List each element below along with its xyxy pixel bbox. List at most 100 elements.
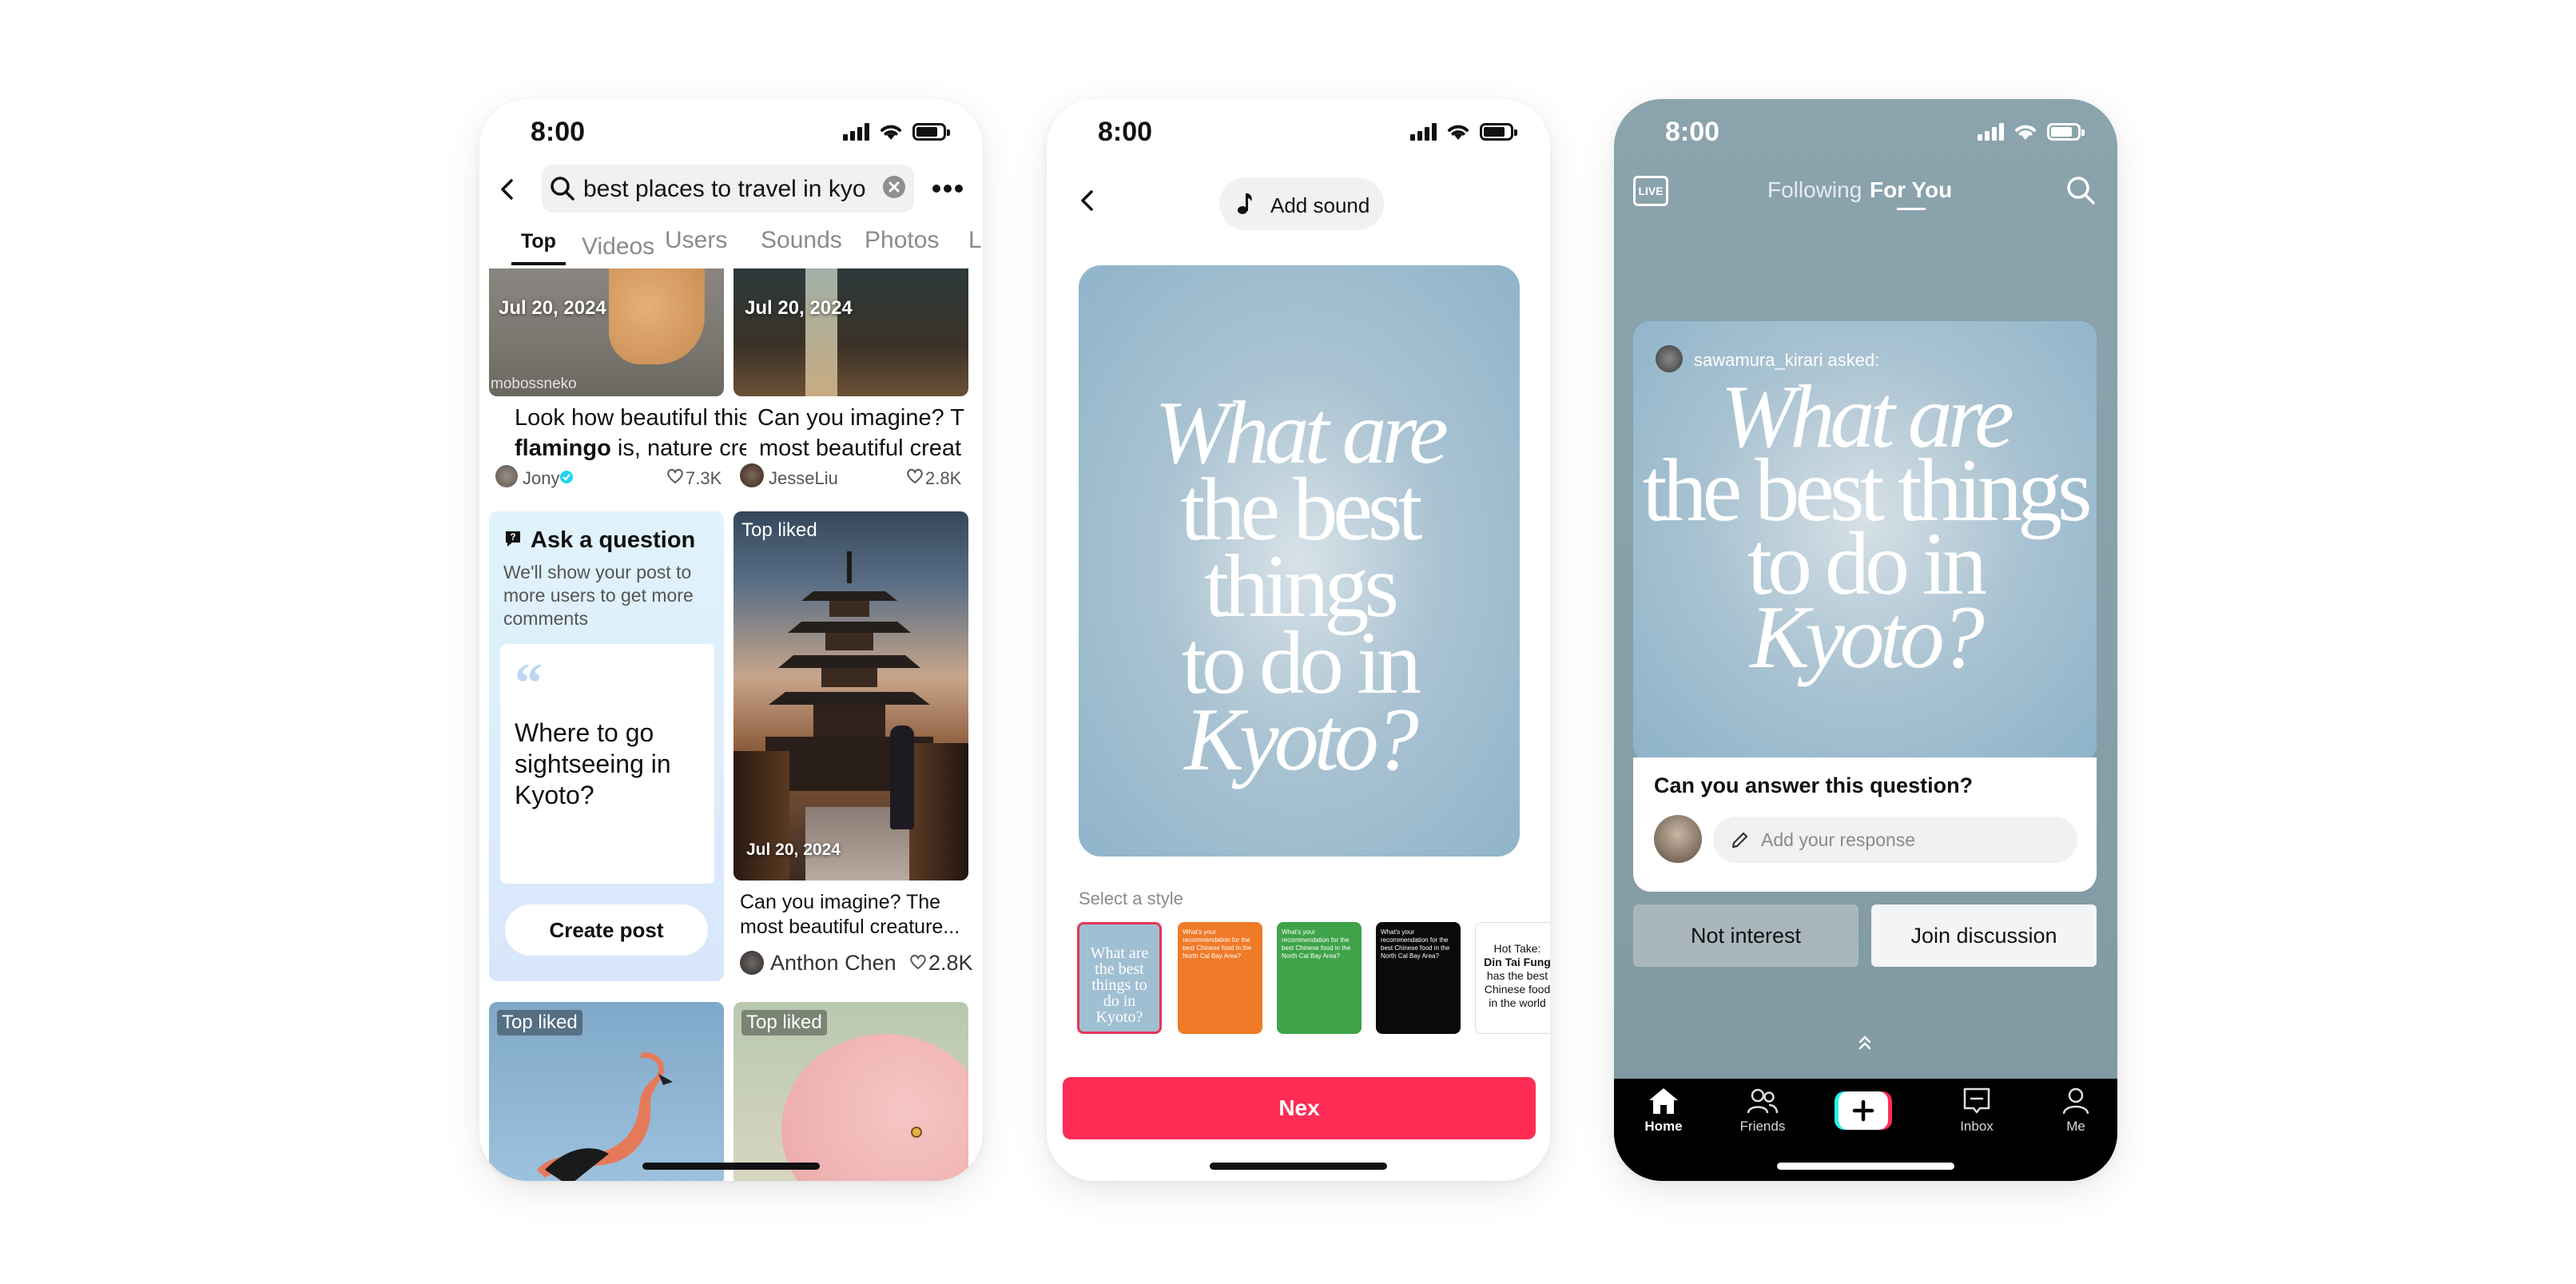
ask-title: Ask a question	[531, 527, 696, 553]
status-bar: 8:00	[1047, 99, 1550, 171]
style-line3: has the best Chinese food in the world	[1484, 969, 1550, 1009]
home-indicator	[1777, 1163, 1954, 1170]
card-title-line2[interactable]: flamingo is, nature cre...	[515, 433, 746, 464]
home-icon	[1649, 1088, 1678, 1114]
svg-text:?: ?	[510, 531, 515, 543]
avatar[interactable]	[740, 951, 764, 975]
for-you-feed-phone: 8:00 LIVE Following For You sawamura_kir…	[1614, 99, 2117, 1181]
tab-videos[interactable]: Videos	[582, 233, 654, 260]
author-name[interactable]: Anthon Chen	[770, 951, 896, 976]
tab-top[interactable]: Top	[521, 230, 556, 253]
nav-friends[interactable]: Friends	[1723, 1087, 1803, 1135]
create-question-phone: 8:00 Add sound What are the best things …	[1047, 99, 1550, 1181]
author-name[interactable]: JesseLiu	[769, 468, 838, 489]
clear-search-icon[interactable]	[882, 175, 906, 199]
live-icon[interactable]: LIVE	[1633, 176, 1668, 206]
avatar	[1654, 815, 1702, 863]
card-title[interactable]: Look how beautiful this	[515, 403, 746, 434]
avatar[interactable]	[740, 463, 764, 487]
wifi-icon	[2015, 125, 2036, 140]
style-option-green[interactable]: What's your recommendation for the best …	[1277, 922, 1362, 1034]
wifi-icon	[881, 125, 901, 140]
search-input[interactable]: best places to travel in kyo	[542, 165, 914, 213]
status-time: 8:00	[1098, 117, 1153, 147]
title-rest: is, nature cre...	[617, 435, 746, 461]
plus-icon	[1852, 1099, 1874, 1122]
tab-users[interactable]: Users	[665, 227, 727, 254]
cat-shape	[609, 268, 705, 364]
tab-for-you[interactable]: For You	[1870, 177, 1952, 203]
music-note-icon	[1238, 193, 1252, 214]
question-bubble-icon: ?	[506, 531, 520, 547]
author-name[interactable]: Jony	[523, 468, 559, 489]
top-liked-badge: Top liked	[497, 1010, 582, 1036]
wifi-icon	[1448, 125, 1469, 140]
signal-icon	[1410, 123, 1437, 141]
join-discussion-button[interactable]: Join discussion	[1871, 904, 2097, 967]
signal-icon	[843, 123, 869, 141]
search-results-phone: 8:00 best places to travel in kyo Top Vi…	[479, 99, 983, 1181]
question-preview: “ Where to go sightseeing in Kyoto?	[500, 644, 714, 884]
card-title[interactable]: Can you imagine? T	[757, 403, 970, 434]
select-style-label: Select a style	[1079, 888, 1183, 908]
create-post-button[interactable]: Create post	[505, 904, 708, 956]
tab-following[interactable]: Following	[1767, 177, 1862, 203]
nav-home[interactable]: Home	[1624, 1087, 1703, 1135]
flamingo-video-thumbnail[interactable]: Top liked	[489, 1002, 724, 1181]
alley-video-thumbnail[interactable]: Jul 20, 2024	[733, 268, 968, 396]
style-line1: Hot Take:	[1493, 942, 1541, 955]
card-title[interactable]: Can you imagine? The most beautiful crea…	[740, 890, 968, 940]
tab-photos[interactable]: Photos	[865, 227, 939, 254]
heart-icon	[667, 468, 683, 484]
style-option-black[interactable]: What's your recommendation for the best …	[1376, 922, 1461, 1034]
signal-icon	[1978, 123, 2004, 141]
search-tabs: Top Videos Users Sounds Photos L	[479, 219, 983, 268]
video-date: Jul 20, 2024	[745, 297, 853, 319]
add-sound-button[interactable]: Add sound	[1219, 177, 1384, 230]
tab-sounds[interactable]: Sounds	[761, 227, 842, 254]
add-sound-label: Add sound	[1270, 193, 1370, 217]
back-arrow-icon[interactable]	[495, 177, 519, 201]
nav-label: Friends	[1739, 1119, 1786, 1134]
search-icon[interactable]	[2065, 174, 2097, 206]
next-button[interactable]: Nex	[1063, 1077, 1536, 1139]
top-liked-badge: Top liked	[741, 1010, 827, 1036]
question-card-text: What are the best things to do in Kyoto?	[1079, 388, 1520, 785]
not-interested-button[interactable]: Not interest	[1633, 904, 1858, 967]
flamingo-head	[781, 1034, 968, 1181]
status-time: 8:00	[531, 117, 586, 147]
question-post-card[interactable]: sawamura_kirari asked: What are the best…	[1633, 321, 2097, 762]
nav-me[interactable]: Me	[2036, 1087, 2116, 1135]
response-input[interactable]: Add your response	[1713, 817, 2077, 863]
pagoda-video-thumbnail[interactable]: Top liked Jul 20, 2024	[733, 511, 968, 881]
nav-inbox[interactable]: Inbox	[1937, 1087, 2017, 1135]
back-arrow-icon[interactable]	[1075, 189, 1099, 213]
question-card-text: What are the best things to do in Kyoto?	[1633, 372, 2097, 682]
answer-prompt: Can you answer this question?	[1654, 773, 1974, 797]
tab-more[interactable]: L	[968, 227, 982, 254]
answer-panel: Can you answer this question? Add your r…	[1633, 757, 2097, 892]
battery-icon	[1480, 123, 1517, 141]
cat-video-thumbnail[interactable]: Jul 20, 2024 mobossneko	[489, 268, 724, 396]
avatar[interactable]	[1656, 345, 1683, 372]
card-title-line2[interactable]: most beautiful creat	[759, 433, 970, 464]
avatar[interactable]	[495, 465, 518, 487]
flamingo-eye	[911, 1127, 922, 1138]
ask-question-card: ? Ask a question We'll show your post to…	[489, 511, 724, 981]
right-building	[909, 743, 968, 881]
chevron-up-icon[interactable]	[1855, 1032, 1874, 1051]
create-post-nav-button[interactable]	[1835, 1091, 1892, 1130]
style-option-white[interactable]: Hot Take: Din Tai Fung has the best Chin…	[1475, 922, 1550, 1034]
active-tab-indicator	[1897, 208, 1926, 210]
battery-icon	[912, 123, 950, 141]
style-option-blue[interactable]: What are the best things to do in Kyoto?	[1077, 922, 1162, 1034]
more-options-icon[interactable]	[932, 184, 964, 193]
status-icons	[1978, 123, 2085, 141]
question-card-preview: What are the best things to do in Kyoto?	[1079, 265, 1520, 857]
pencil-icon	[1731, 832, 1748, 849]
watermark: mobossneko	[491, 376, 577, 392]
top-liked-badge: Top liked	[741, 519, 817, 541]
flamingo-closeup-thumbnail[interactable]: Top liked	[733, 1002, 968, 1181]
style-option-orange[interactable]: What's your recommendation for the best …	[1178, 922, 1262, 1034]
heart-icon	[910, 954, 926, 970]
